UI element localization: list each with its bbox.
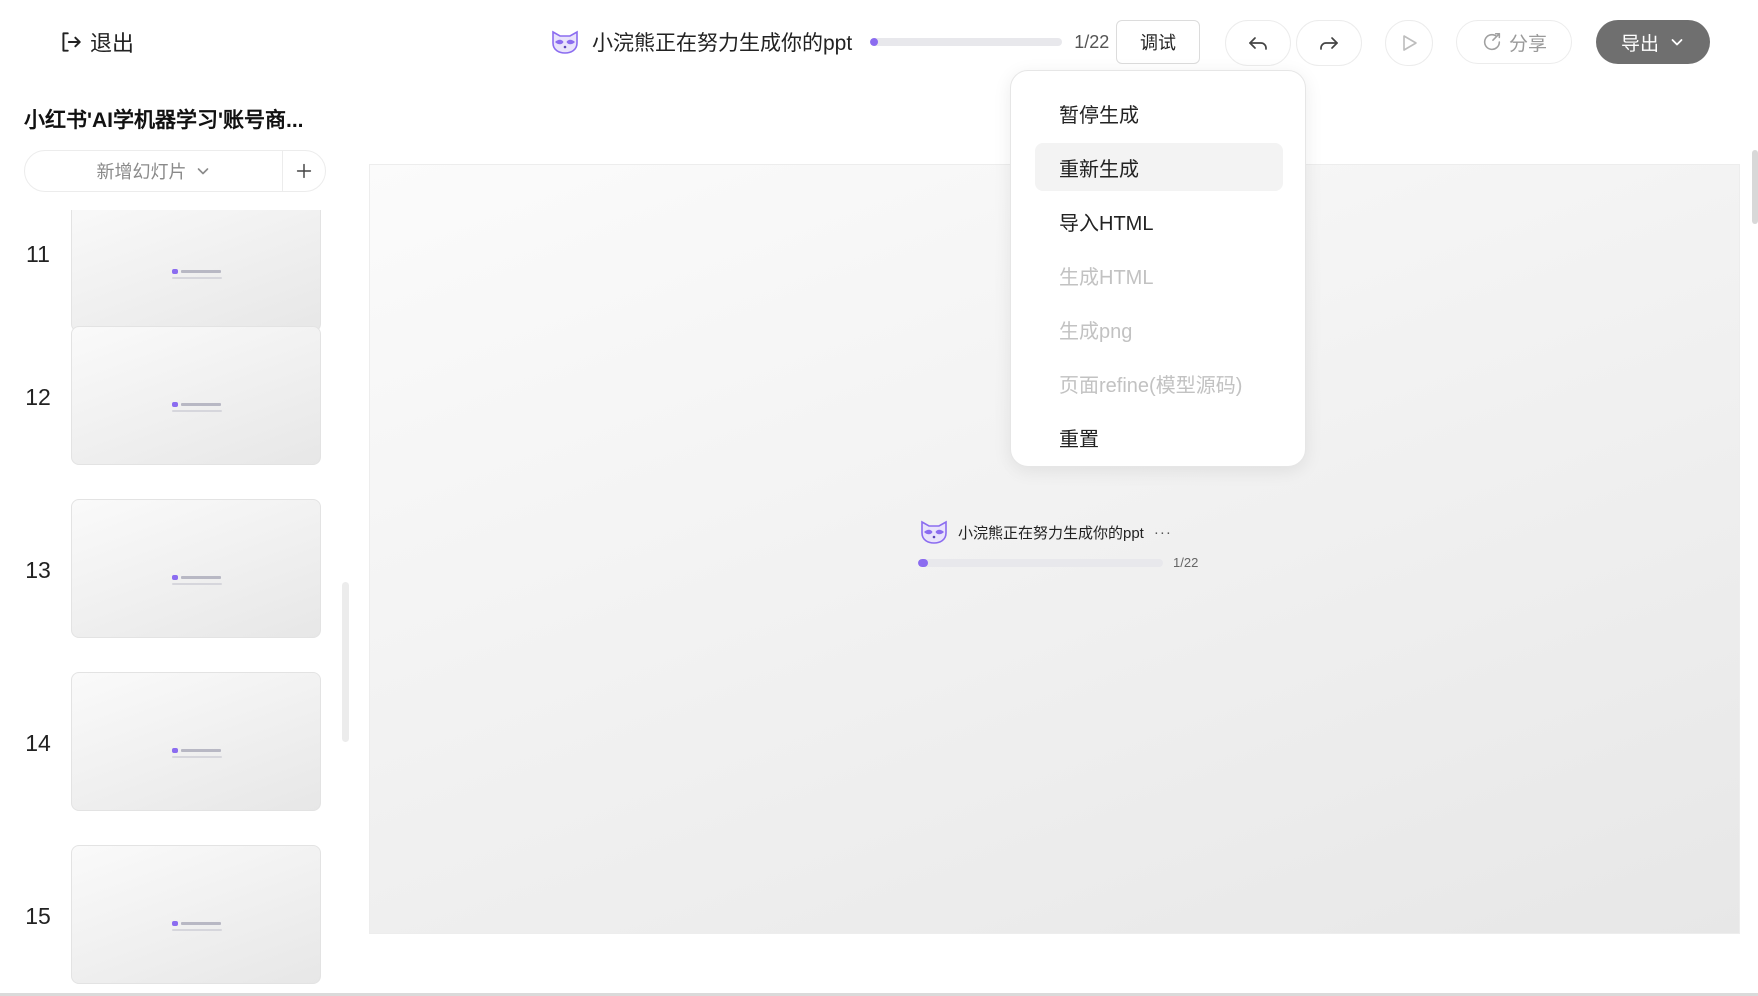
sidebar-scrollbar[interactable] (342, 582, 349, 742)
menu-item-generate-html[interactable]: 生成HTML (1035, 251, 1283, 299)
play-icon (1403, 35, 1417, 51)
share-button[interactable]: 分享 (1456, 20, 1572, 64)
raccoon-icon (921, 520, 947, 544)
slide-item: 14 (0, 672, 330, 812)
slide-item: 12 (0, 326, 330, 466)
menu-item-import-html[interactable]: 导入HTML (1035, 197, 1283, 245)
slide-thumbnail[interactable] (71, 845, 321, 984)
top-toolbar: 退出 小浣熊正在努力生成你的ppt 1/22 调试 分享 导出 (0, 0, 1758, 84)
document-title: 小红书'AI学机器学习'账号商... (24, 109, 304, 132)
slide-number: 12 (25, 384, 51, 410)
slide-number: 11 (26, 241, 50, 267)
add-slide-dropdown[interactable]: 新增幻灯片 (25, 151, 283, 191)
generation-progress-bar (870, 38, 1063, 46)
thumbnail-content (172, 402, 222, 413)
slide-thumbnail[interactable] (71, 672, 321, 811)
slide-list: 11 12 13 14 15 (0, 210, 330, 996)
share-label: 分享 (1508, 33, 1547, 55)
undo-button[interactable] (1225, 20, 1291, 66)
main-scrollbar[interactable] (1752, 150, 1758, 224)
slide-thumbnail[interactable] (71, 499, 321, 638)
share-icon (1483, 32, 1501, 51)
generation-progress-count: 1/22 (1074, 31, 1110, 52)
thumbnail-content (172, 269, 222, 280)
canvas-progress-fill (918, 558, 928, 567)
loading-dots: ··· (1153, 523, 1172, 541)
plus-icon (296, 163, 312, 179)
slide-number: 14 (25, 730, 51, 756)
raccoon-icon (552, 30, 578, 54)
canvas-progress-count: 1/22 (1173, 555, 1199, 570)
slide-item: 13 (0, 499, 330, 639)
chevron-down-icon (197, 168, 208, 175)
undo-icon (1249, 37, 1267, 50)
generation-status: 小浣熊正在努力生成你的ppt 1/22 (550, 24, 1109, 60)
add-slide-button[interactable] (283, 151, 325, 191)
exit-button[interactable]: 退出 (58, 26, 134, 58)
slide-toolbar: 新增幻灯片 (24, 150, 326, 192)
slide-number: 13 (25, 557, 51, 583)
debug-dropdown-menu: 暂停生成 重新生成 导入HTML 生成HTML 生成png 页面refine(模… (1010, 70, 1306, 467)
slide-item: 11 (0, 210, 330, 333)
menu-item-pause-generation[interactable]: 暂停生成 (1035, 89, 1283, 137)
export-button[interactable]: 导出 (1596, 20, 1710, 64)
redo-button[interactable] (1296, 20, 1362, 66)
slide-thumbnail[interactable] (71, 210, 321, 332)
menu-item-generate-png[interactable]: 生成png (1035, 305, 1283, 353)
thumbnail-content (172, 921, 222, 932)
slide-number: 15 (25, 903, 51, 929)
generation-status-text: 小浣熊正在努力生成你的ppt (592, 32, 853, 55)
export-label: 导出 (1620, 33, 1659, 55)
exit-label: 退出 (90, 31, 135, 56)
thumbnail-content (172, 748, 222, 759)
menu-item-reset[interactable]: 重置 (1035, 413, 1283, 461)
generation-progress-fill (870, 38, 878, 46)
canvas-status-text: 小浣熊正在努力生成你的ppt (958, 524, 1144, 542)
slide-thumbnail[interactable] (71, 326, 321, 465)
menu-item-regenerate[interactable]: 重新生成 (1035, 143, 1283, 191)
canvas-progress-bar (918, 558, 1163, 567)
thumbnail-content (172, 575, 222, 586)
add-slide-label: 新增幻灯片 (96, 162, 187, 182)
redo-icon (1320, 37, 1338, 50)
play-button[interactable] (1385, 20, 1433, 66)
chevron-down-icon (1671, 39, 1683, 46)
debug-button[interactable]: 调试 (1116, 20, 1200, 64)
canvas-generation-status: 小浣熊正在努力生成你的ppt ··· 1/22 (918, 519, 1198, 570)
exit-icon (62, 32, 81, 52)
menu-item-page-refine[interactable]: 页面refine(模型源码) (1035, 359, 1283, 407)
slide-item: 15 (0, 845, 330, 985)
